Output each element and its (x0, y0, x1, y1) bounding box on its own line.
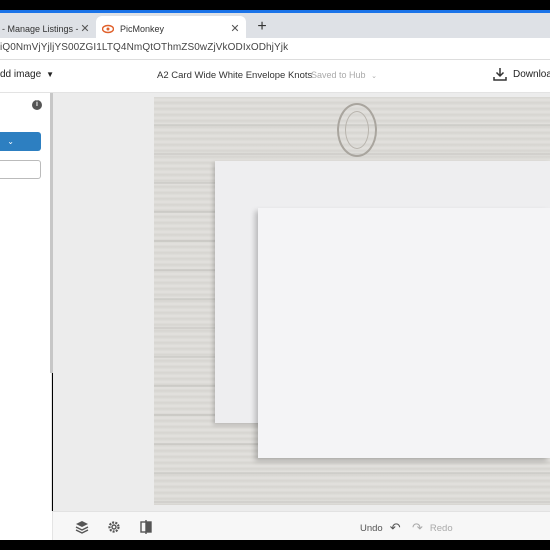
browser-tabstrip: - Manage Listings - Et ✕ PicMonkey ✕ + (0, 10, 550, 41)
add-image-button[interactable]: dd image ▼ (0, 69, 54, 80)
app-header: dd image ▼ A2 Card Wide White Envelope K… (0, 60, 550, 93)
undo-icon: ↶ (389, 520, 401, 535)
tab-title: - Manage Listings - Et (2, 23, 78, 34)
chevron-down-icon: ▼ (46, 70, 55, 79)
layers-icon[interactable] (74, 519, 90, 535)
picmonkey-favicon-icon (102, 24, 114, 33)
url-text: iQ0NmVjYjljYS00ZGI1LTQ4NmQtOThmZS0wZjVkO… (0, 42, 289, 53)
chevron-down-icon: ⌄ (7, 137, 14, 146)
undo-button[interactable]: Undo ↶ (360, 520, 401, 536)
tab-title: PicMonkey (120, 23, 165, 34)
dropdown-button[interactable]: ⌄ (0, 132, 41, 151)
card-image[interactable] (258, 208, 550, 458)
address-bar[interactable]: iQ0NmVjYjljYS00ZGI1LTQ4NmQtOThmZS0wZjVkO… (0, 38, 550, 60)
bottom-toolbar: Undo ↶ ↷ Redo (53, 511, 550, 540)
new-tab-button[interactable]: + (252, 17, 272, 37)
close-icon[interactable]: ✕ (228, 22, 242, 35)
screen-frame: - Manage Listings - Et ✕ PicMonkey ✕ + i… (0, 0, 550, 550)
redo-label: Redo (429, 522, 453, 534)
compare-icon[interactable] (138, 519, 154, 535)
info-icon[interactable]: i (32, 100, 42, 110)
download-label: Download (513, 68, 550, 80)
saved-status-label: Saved to Hub (311, 70, 366, 80)
undo-label: Undo (360, 522, 383, 534)
saved-status[interactable]: Saved to Hub ⌄ (311, 70, 377, 80)
left-panel-footer (0, 511, 53, 540)
wood-knot-inner (345, 111, 369, 149)
download-icon (493, 68, 507, 81)
add-image-label: dd image (0, 69, 42, 80)
close-icon[interactable]: ✕ (78, 22, 92, 35)
redo-icon: ↷ (412, 520, 423, 535)
download-button[interactable]: Download (493, 67, 550, 81)
gear-icon[interactable] (106, 519, 122, 535)
canvas-area (53, 93, 550, 511)
redo-button[interactable]: ↷ Redo (412, 520, 453, 536)
wood-background-image[interactable] (154, 97, 550, 505)
left-panel: i ⌄ (0, 93, 53, 511)
document-title[interactable]: A2 Card Wide White Envelope Knots (157, 70, 312, 81)
chevron-down-icon: ⌄ (371, 73, 377, 80)
secondary-button[interactable] (0, 160, 41, 179)
